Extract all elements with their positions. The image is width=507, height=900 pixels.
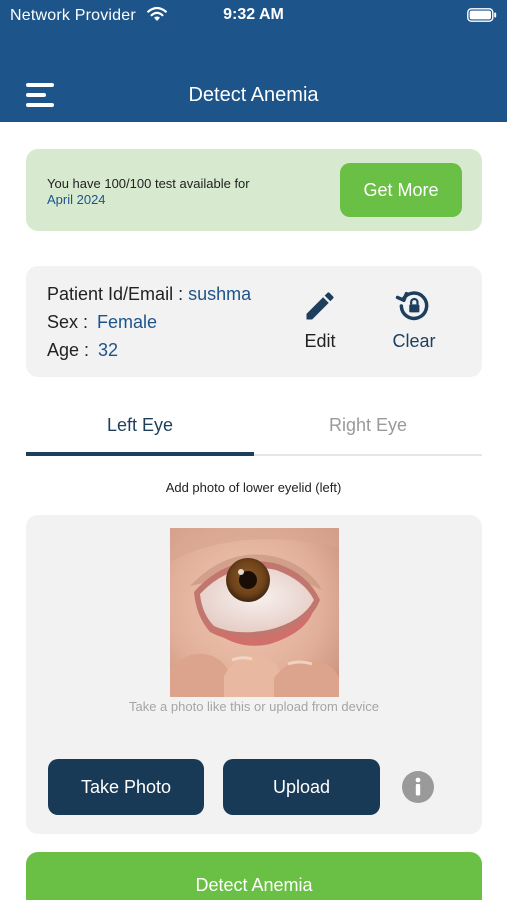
tab-right-eye[interactable]: Right Eye: [254, 405, 482, 457]
tab-divider: [254, 454, 482, 456]
quota-text: You have 100/100 test available for: [47, 176, 250, 191]
patient-sex-value: Female: [97, 312, 158, 332]
patient-id-label: Patient Id/Email :: [47, 284, 184, 304]
lock-reset-icon: [395, 291, 429, 321]
pencil-icon: [306, 292, 334, 320]
photo-hint: Take a photo like this or upload from de…: [128, 699, 380, 714]
info-icon[interactable]: [402, 771, 434, 803]
photo-instruction: Add photo of lower eyelid (left): [165, 480, 342, 495]
page-title: Detect Anemia: [188, 84, 319, 106]
upload-button[interactable]: Upload: [223, 759, 380, 815]
tab-active-indicator: [26, 452, 254, 456]
status-bar: Network Provider 9:32 AM: [0, 0, 507, 32]
edit-patient-button[interactable]: Edit: [294, 288, 346, 358]
patient-id-row: Patient Id/Email : sushma: [47, 284, 251, 305]
edit-label: Edit: [304, 331, 336, 351]
patient-sex-row: Sex : Female: [47, 312, 157, 333]
quota-month: April 2024: [47, 192, 106, 207]
patient-sex-label: Sex :: [47, 312, 89, 332]
sample-eyelid-photo: [170, 528, 339, 697]
photo-card: Take a photo like this or upload from de…: [26, 515, 482, 834]
status-time: 9:32 AM: [223, 6, 284, 23]
test-quota-banner: You have 100/100 test available for Apri…: [26, 149, 482, 231]
clear-patient-button[interactable]: Clear: [386, 288, 442, 358]
patient-info-card: Patient Id/Email : sushma Sex : Female A…: [26, 266, 482, 377]
take-photo-button[interactable]: Take Photo: [48, 759, 204, 815]
detect-anemia-button[interactable]: Detect Anemia: [26, 852, 482, 900]
clear-label: Clear: [392, 331, 436, 351]
app-screen: Network Provider 9:32 AM Detect Anemia Y…: [0, 0, 507, 900]
app-header: Network Provider 9:32 AM Detect Anemia: [0, 0, 507, 122]
tab-left-eye[interactable]: Left Eye: [26, 405, 254, 457]
patient-age-label: Age :: [47, 340, 90, 360]
patient-age-value: 32: [98, 340, 119, 360]
patient-id-value: sushma: [188, 284, 252, 304]
battery-icon: [467, 8, 497, 22]
patient-age-row: Age : 32: [47, 340, 118, 361]
get-more-button[interactable]: Get More: [340, 163, 462, 217]
eye-tabs: Left Eye Right Eye: [26, 405, 482, 457]
